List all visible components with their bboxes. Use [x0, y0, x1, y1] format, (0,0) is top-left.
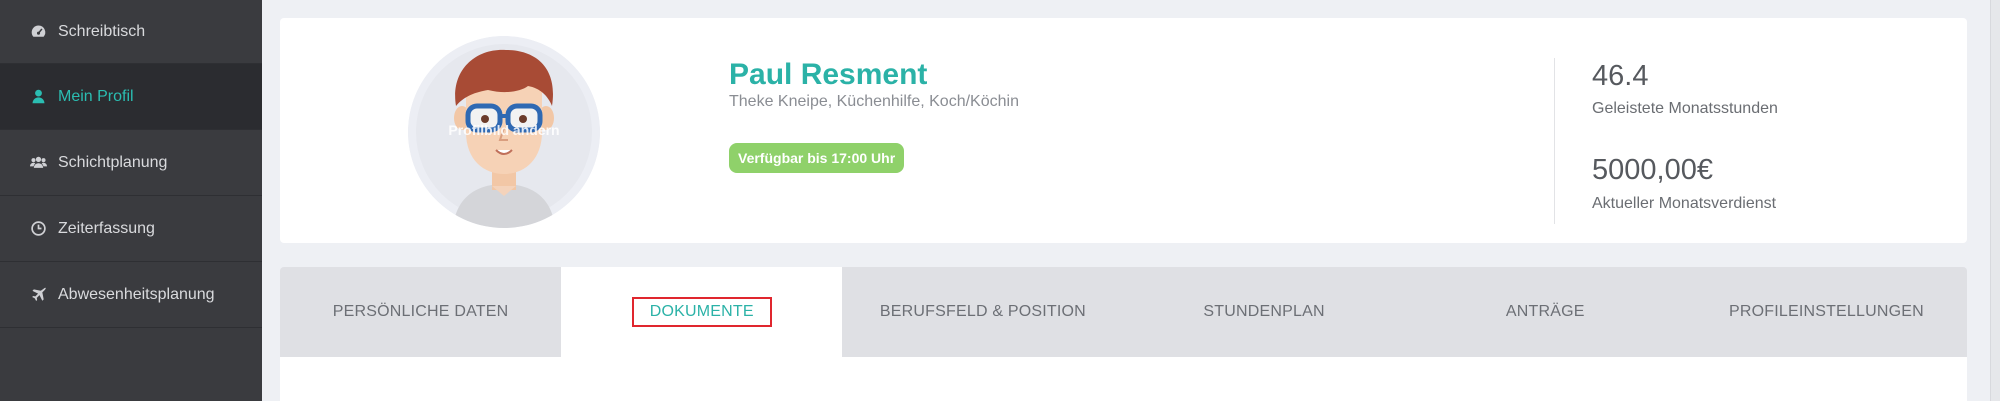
- plane-icon: [28, 286, 48, 304]
- user-icon: [28, 88, 48, 106]
- profile-name: Paul Resment: [729, 58, 928, 91]
- stats-divider: [1554, 58, 1555, 224]
- sidebar-item-label: Zeiterfassung: [58, 219, 155, 237]
- window-edge: [1990, 0, 2000, 401]
- change-avatar-label[interactable]: Profilbild ändern: [408, 122, 600, 138]
- dashboard-icon: [28, 23, 48, 41]
- avatar[interactable]: Profilbild ändern: [408, 36, 600, 228]
- sidebar-item-schichtplanung[interactable]: Schichtplanung: [0, 130, 262, 196]
- sidebar-item-label: Abwesenheitsplanung: [58, 285, 215, 303]
- monthly-earnings-label: Aktueller Monatsverdienst: [1592, 195, 1777, 212]
- sidebar-item-abwesenheitsplanung[interactable]: Abwesenheitsplanung: [0, 262, 262, 328]
- tab-label: BERUFSFELD & POSITION: [879, 303, 1086, 320]
- tab-label: PERSÖNLICHE DATEN: [332, 303, 509, 320]
- sidebar-item-mein-profil[interactable]: Mein Profil: [0, 64, 262, 130]
- monthly-earnings-value: 5000,00€: [1592, 154, 1713, 186]
- clock-icon: [28, 220, 48, 238]
- sidebar-item-label: Mein Profil: [58, 87, 134, 105]
- sidebar-item-zeiterfassung[interactable]: Zeiterfassung: [0, 196, 262, 262]
- users-icon: [28, 154, 48, 172]
- tab-persoenliche-daten[interactable]: PERSÖNLICHE DATEN: [280, 267, 561, 357]
- tab-stundenplan[interactable]: STUNDENPLAN: [1124, 267, 1405, 357]
- tab-dokumente[interactable]: DOKUMENTE: [561, 267, 843, 357]
- sidebar: Schreibtisch Mein Profil Schichtplanung …: [0, 0, 262, 401]
- profile-tabs: PERSÖNLICHE DATEN DOKUMENTE BERUFSFELD &…: [280, 267, 1967, 357]
- monthly-hours-value: 46.4: [1592, 60, 1649, 92]
- tab-berufsfeld-position[interactable]: BERUFSFELD & POSITION: [842, 267, 1123, 357]
- tab-label: PROFILEINSTELLUNGEN: [1728, 303, 1924, 320]
- tab-profileinstellungen[interactable]: PROFILEINSTELLUNGEN: [1686, 267, 1967, 357]
- tab-content-area: [280, 357, 1967, 401]
- tab-antraege[interactable]: ANTRÄGE: [1405, 267, 1686, 357]
- monthly-hours-label: Geleistete Monatsstunden: [1592, 100, 1778, 117]
- sidebar-item-schreibtisch[interactable]: Schreibtisch: [0, 0, 262, 64]
- sidebar-item-label: Schichtplanung: [58, 153, 168, 171]
- profile-card: Profilbild ändern Paul Resment Theke Kne…: [280, 18, 1967, 243]
- availability-badge: Verfügbar bis 17:00 Uhr: [729, 143, 905, 173]
- tab-label: DOKUMENTE: [631, 297, 772, 327]
- sidebar-item-label: Schreibtisch: [58, 22, 146, 40]
- tab-label: ANTRÄGE: [1505, 303, 1585, 320]
- tab-label: STUNDENPLAN: [1203, 303, 1325, 320]
- profile-roles: Theke Kneipe, Küchenhilfe, Koch/Köchin: [729, 93, 1019, 110]
